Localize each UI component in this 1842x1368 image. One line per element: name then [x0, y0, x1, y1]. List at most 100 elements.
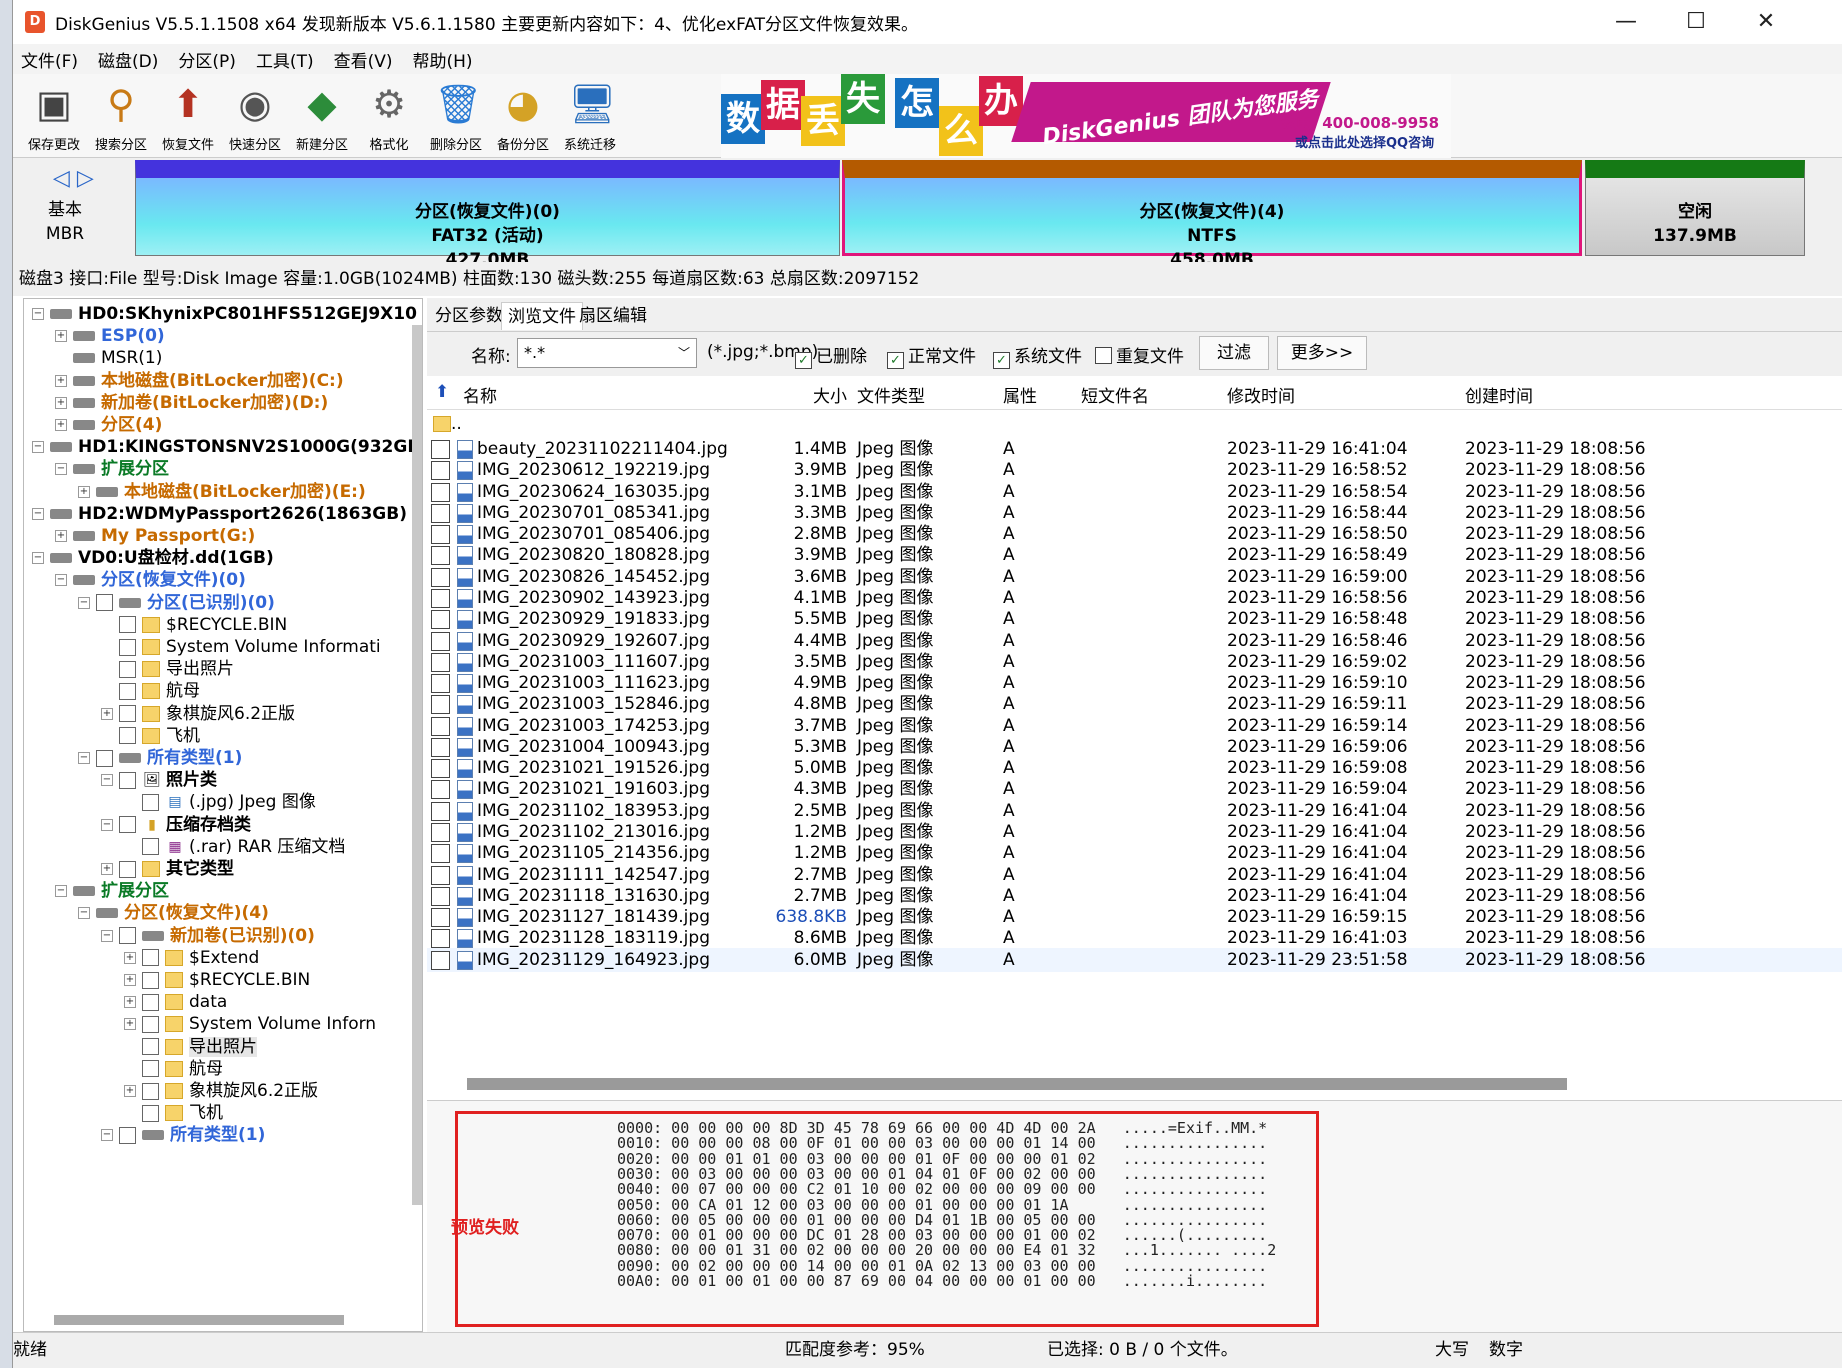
- column-header-2[interactable]: 文件类型: [857, 382, 925, 407]
- expand-toggle-icon[interactable]: +: [78, 485, 90, 498]
- row-checkbox[interactable]: [431, 567, 450, 587]
- ad-banner[interactable]: 数据丢失怎么办 DiskGenius 团队为您服务 致电: 400-008-99…: [721, 74, 1451, 158]
- row-checkbox[interactable]: [431, 440, 450, 459]
- node-checkbox[interactable]: [142, 793, 159, 811]
- checkbox-icon[interactable]: ✓: [993, 352, 1010, 369]
- node-checkbox[interactable]: [119, 638, 136, 656]
- minimize-button[interactable]: —: [1591, 0, 1661, 44]
- expand-toggle-icon[interactable]: −: [78, 596, 90, 609]
- row-checkbox[interactable]: [431, 780, 450, 800]
- name-filter-select[interactable]: *.* ﹀: [517, 338, 697, 368]
- row-checkbox[interactable]: [431, 929, 450, 949]
- row-checkbox[interactable]: [431, 716, 450, 736]
- node-checkbox[interactable]: [119, 660, 136, 678]
- node-checkbox[interactable]: [119, 705, 136, 723]
- next-arrow-icon[interactable]: ▷: [77, 166, 94, 191]
- row-checkbox[interactable]: [431, 737, 450, 757]
- node-checkbox[interactable]: [119, 771, 136, 789]
- expand-toggle-icon[interactable]: −: [55, 574, 67, 587]
- partition-block-4[interactable]: 分区(恢复文件)(4) NTFS 458.0MB: [842, 160, 1582, 270]
- column-header-3[interactable]: 属性: [1003, 382, 1037, 407]
- toolbar-button-4[interactable]: ◆ 新建分区: [285, 82, 359, 153]
- row-checkbox[interactable]: [431, 610, 450, 630]
- node-checkbox[interactable]: [119, 1126, 136, 1144]
- expand-toggle-icon[interactable]: +: [55, 330, 67, 343]
- maximize-button[interactable]: ☐: [1661, 0, 1731, 44]
- row-checkbox[interactable]: [431, 844, 450, 864]
- row-checkbox[interactable]: [431, 886, 450, 906]
- tree-node[interactable]: − 所有类型(1): [101, 1122, 265, 1148]
- node-checkbox[interactable]: [119, 682, 136, 700]
- filter-button[interactable]: 过滤: [1199, 336, 1269, 370]
- toolbar-button-7[interactable]: ◕ 备份分区: [486, 82, 560, 153]
- partition-block-0[interactable]: 分区(恢复文件)(0) FAT32 (活动) 427.0MB: [135, 160, 840, 270]
- row-checkbox[interactable]: [431, 461, 450, 481]
- expand-toggle-icon[interactable]: −: [78, 752, 90, 764]
- filter-check-0[interactable]: ✓ 已删除: [795, 342, 867, 369]
- expand-toggle-icon[interactable]: +: [101, 863, 113, 875]
- node-checkbox[interactable]: [142, 1060, 159, 1078]
- node-checkbox[interactable]: [119, 816, 136, 834]
- column-header-4[interactable]: 短文件名: [1081, 382, 1149, 407]
- toolbar-button-5[interactable]: ⚙ 格式化: [352, 82, 426, 153]
- row-checkbox[interactable]: [431, 759, 450, 779]
- expand-toggle-icon[interactable]: −: [101, 774, 113, 787]
- file-list-horizontal-scrollbar[interactable]: [467, 1078, 1567, 1090]
- tree-vertical-scrollbar[interactable]: [412, 325, 422, 1205]
- row-checkbox[interactable]: [431, 823, 450, 843]
- tab-2[interactable]: 扇区编辑: [573, 302, 653, 330]
- menu-item-5[interactable]: 帮助(H): [413, 47, 473, 72]
- expand-toggle-icon[interactable]: −: [32, 308, 44, 320]
- more-button[interactable]: 更多>>: [1277, 336, 1367, 370]
- menu-item-2[interactable]: 分区(P): [178, 47, 236, 72]
- disk-nav-arrows[interactable]: ◁ ▷: [53, 166, 94, 191]
- close-button[interactable]: ✕: [1731, 0, 1801, 44]
- checkbox-icon[interactable]: [1095, 347, 1112, 364]
- expand-toggle-icon[interactable]: +: [55, 374, 67, 387]
- row-checkbox[interactable]: [431, 482, 450, 502]
- row-checkbox[interactable]: [431, 503, 450, 523]
- node-checkbox[interactable]: [119, 927, 136, 945]
- filter-check-3[interactable]: 重复文件: [1095, 342, 1184, 367]
- expand-toggle-icon[interactable]: −: [32, 441, 44, 454]
- menu-item-0[interactable]: 文件(F): [21, 47, 78, 72]
- column-header-6[interactable]: 创建时间: [1465, 382, 1533, 407]
- expand-toggle-icon[interactable]: −: [32, 507, 44, 520]
- expand-toggle-icon[interactable]: +: [124, 996, 136, 1009]
- node-checkbox[interactable]: [142, 1104, 159, 1122]
- toolbar-button-2[interactable]: ⬆ 恢复文件: [151, 82, 225, 153]
- row-checkbox[interactable]: [431, 908, 450, 928]
- node-checkbox[interactable]: [142, 971, 159, 989]
- toolbar-button-8[interactable]: 🖥 系统迁移: [553, 82, 627, 153]
- expand-toggle-icon[interactable]: +: [55, 530, 67, 542]
- row-checkbox[interactable]: [431, 588, 450, 608]
- tree-horizontal-scrollbar[interactable]: [54, 1315, 344, 1325]
- menu-item-4[interactable]: 查看(V): [334, 47, 393, 72]
- filter-check-2[interactable]: ✓ 系统文件: [993, 342, 1082, 369]
- row-checkbox[interactable]: [431, 950, 450, 970]
- up-folder-icon[interactable]: ⬆: [435, 382, 449, 402]
- expand-toggle-icon[interactable]: +: [124, 1018, 136, 1031]
- node-checkbox[interactable]: [142, 838, 159, 856]
- node-checkbox[interactable]: [119, 727, 136, 745]
- node-checkbox[interactable]: [142, 949, 159, 967]
- row-checkbox[interactable]: [431, 546, 450, 566]
- checkbox-icon[interactable]: ✓: [795, 352, 812, 369]
- expand-toggle-icon[interactable]: −: [78, 907, 90, 920]
- node-checkbox[interactable]: [119, 860, 136, 878]
- expand-toggle-icon[interactable]: −: [101, 929, 113, 942]
- toolbar-button-6[interactable]: 🗑 删除分区: [419, 82, 493, 153]
- file-row[interactable]: IMG_20231129_164923.jpg 6.0MB Jpeg 图像 A 2023…: [427, 947, 1842, 972]
- toolbar-button-3[interactable]: ◉ 快速分区: [218, 82, 292, 153]
- checkbox-icon[interactable]: ✓: [887, 352, 904, 369]
- row-checkbox[interactable]: [431, 631, 450, 651]
- row-checkbox[interactable]: [431, 525, 450, 545]
- menu-item-1[interactable]: 磁盘(D): [98, 47, 158, 72]
- row-checkbox[interactable]: [431, 652, 450, 672]
- column-header-1[interactable]: 大小: [787, 382, 847, 407]
- node-checkbox[interactable]: [119, 616, 136, 634]
- expand-toggle-icon[interactable]: −: [101, 818, 113, 831]
- expand-toggle-icon[interactable]: −: [32, 552, 44, 565]
- expand-toggle-icon[interactable]: −: [55, 463, 67, 476]
- row-checkbox[interactable]: [431, 865, 450, 885]
